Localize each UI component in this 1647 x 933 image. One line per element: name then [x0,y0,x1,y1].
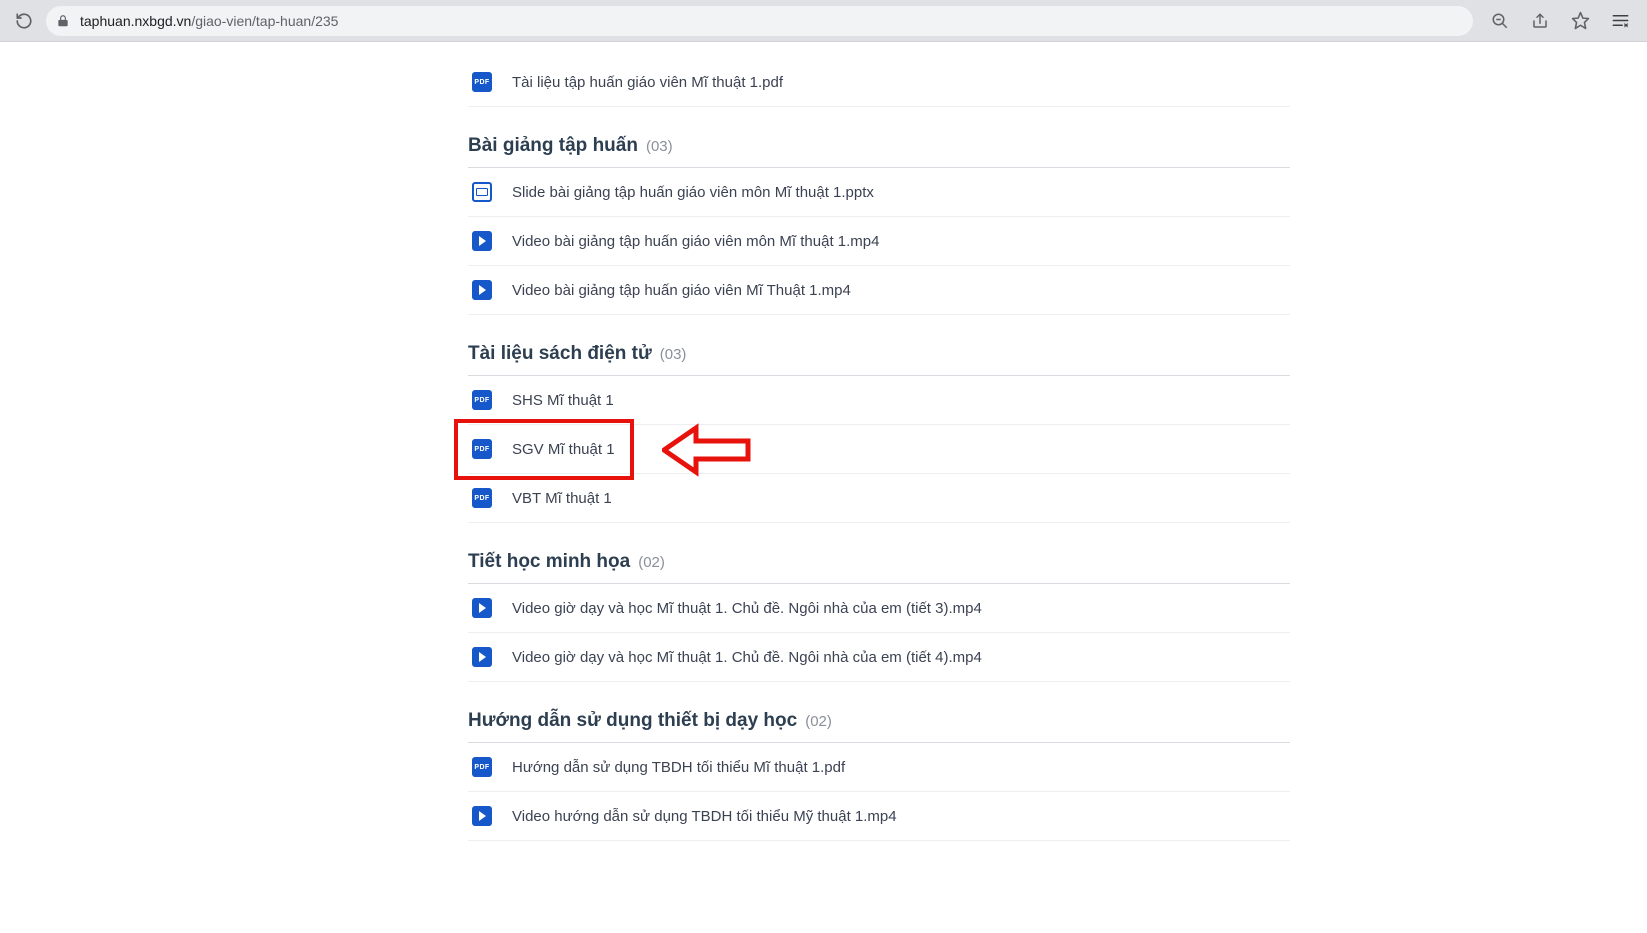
section-count: (02) [805,713,832,730]
section-count: (03) [660,346,687,363]
content: PDF Tài liệu tập huấn giáo viên Mĩ thuật … [468,58,1290,841]
file-name: Video giờ dạy và học Mĩ thuật 1. Chủ đề.… [512,600,982,617]
address-bar[interactable]: taphuan.nxbgd.vn/giao-vien/tap-huan/235 [46,6,1473,36]
file-row[interactable]: PDF VBT Mĩ thuật 1 [468,474,1290,523]
file-name: SHS Mĩ thuật 1 [512,392,614,409]
section: Bài giảng tập huấn (03) Slide bài giảng tậ… [468,135,1290,315]
video-file-icon [472,598,492,618]
url-text: taphuan.nxbgd.vn/giao-vien/tap-huan/235 [80,13,338,29]
file-row[interactable]: Video bài giảng tập huấn giáo viên môn M… [468,217,1290,266]
url-host: taphuan.nxbgd.vn [80,13,191,29]
zoom-out-icon [1491,12,1509,30]
pdf-file-icon: PDF [472,488,492,508]
reading-list-icon [1611,11,1630,30]
section-title: Tiết học minh họa [468,551,630,573]
section-title: Tài liệu sách điện tử [468,343,652,365]
file-name: Video bài giảng tập huấn giáo viên Mĩ Th… [512,282,851,299]
section-header: Tài liệu sách điện tử (03) [468,343,1290,376]
file-name: Video hướng dẫn sử dụng TBDH tối thiểu M… [512,808,897,825]
reload-button[interactable] [10,7,38,35]
section-header: Bài giảng tập huấn (03) [468,135,1290,168]
zoom-out-button[interactable] [1487,8,1513,34]
lock-icon [56,14,70,28]
file-row[interactable]: PDF SGV Mĩ thuật 1 [468,425,1290,474]
share-button[interactable] [1527,8,1553,34]
section-count: (02) [638,554,665,571]
file-row[interactable]: Video hướng dẫn sử dụng TBDH tối thiểu M… [468,792,1290,841]
section: Hướng dẫn sử dụng thiết bị dạy học (02) PD… [468,710,1290,841]
url-path: /giao-vien/tap-huan/235 [191,13,338,29]
file-row[interactable]: Video giờ dạy và học Mĩ thuật 1. Chủ đề.… [468,633,1290,682]
reading-list-button[interactable] [1607,8,1633,34]
section-title: Hướng dẫn sử dụng thiết bị dạy học [468,710,797,732]
file-row[interactable]: PDF SHS Mĩ thuật 1 [468,376,1290,425]
pdf-file-icon: PDF [472,390,492,410]
file-row[interactable]: Slide bài giảng tập huấn giáo viên môn M… [468,168,1290,217]
section-count: (03) [646,138,673,155]
section-title: Bài giảng tập huấn [468,135,638,157]
pdf-file-icon: PDF [472,72,492,92]
video-file-icon [472,806,492,826]
video-file-icon [472,647,492,667]
page-body: PDF Tài liệu tập huấn giáo viên Mĩ thuật … [0,42,1647,841]
reload-icon [15,12,33,30]
star-icon [1571,11,1590,30]
file-name: SGV Mĩ thuật 1 [512,441,615,458]
video-file-icon [472,280,492,300]
file-name: Tài liệu tập huấn giáo viên Mĩ thuật 1.p… [512,74,783,91]
bookmark-button[interactable] [1567,8,1593,34]
file-row[interactable]: Video giờ dạy và học Mĩ thuật 1. Chủ đề.… [468,584,1290,633]
video-file-icon [472,231,492,251]
section: PDF Tài liệu tập huấn giáo viên Mĩ thuật … [468,58,1290,107]
section-header: Hướng dẫn sử dụng thiết bị dạy học (02) [468,710,1290,743]
share-icon [1531,12,1549,30]
pdf-file-icon: PDF [472,757,492,777]
section: Tài liệu sách điện tử (03) PDF SHS Mĩ thuật… [468,343,1290,523]
file-row[interactable]: Video bài giảng tập huấn giáo viên Mĩ Th… [468,266,1290,315]
pdf-file-icon: PDF [472,439,492,459]
browser-toolbar: taphuan.nxbgd.vn/giao-vien/tap-huan/235 [0,0,1647,42]
chrome-actions [1487,8,1633,34]
section-header: Tiết học minh họa (02) [468,551,1290,584]
file-name: Hướng dẫn sử dụng TBDH tối thiểu Mĩ thuậ… [512,759,845,776]
file-name: Video bài giảng tập huấn giáo viên môn M… [512,233,879,250]
file-row[interactable]: PDF Tài liệu tập huấn giáo viên Mĩ thuật … [468,58,1290,107]
file-name: VBT Mĩ thuật 1 [512,490,612,507]
section: Tiết học minh họa (02) Video giờ dạy và họ… [468,551,1290,682]
file-name: Slide bài giảng tập huấn giáo viên môn M… [512,184,874,201]
file-name: Video giờ dạy và học Mĩ thuật 1. Chủ đề.… [512,649,982,666]
pptx-file-icon [472,182,492,202]
file-row[interactable]: PDF Hướng dẫn sử dụng TBDH tối thiểu Mĩ t… [468,743,1290,792]
